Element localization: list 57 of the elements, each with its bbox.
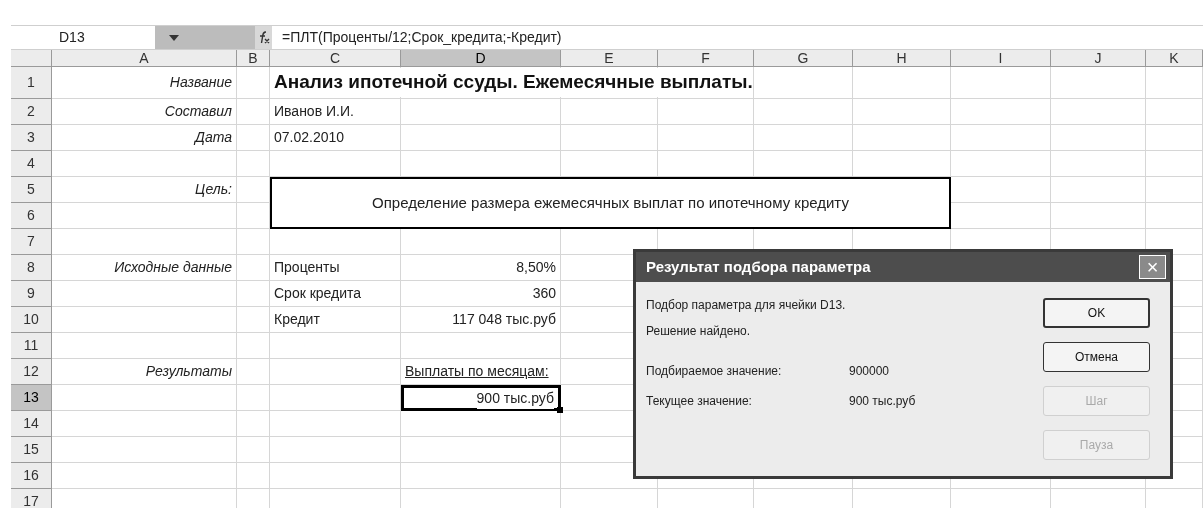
row-header[interactable]: 11 <box>11 333 52 359</box>
empty-cell <box>237 437 270 463</box>
dialog-message: Решение найдено. <box>646 323 752 340</box>
row-header[interactable]: 17 <box>11 489 52 508</box>
row-header[interactable]: 2 <box>11 99 52 125</box>
column-header[interactable]: K <box>1146 50 1203 67</box>
row-header[interactable]: 4 <box>11 151 52 177</box>
empty-cell <box>1146 177 1203 203</box>
column-header[interactable]: F <box>658 50 754 67</box>
table-cell: Анализ ипотечной ссуды. Ежемесячные выплаты. <box>274 68 753 97</box>
column-header[interactable]: H <box>853 50 951 67</box>
column-header[interactable]: E <box>561 50 658 67</box>
function-icon[interactable] <box>257 31 270 44</box>
dialog-message: Подбор параметра для ячейки D13. <box>646 297 847 314</box>
table-cell: 117 048 тыс.руб <box>452 309 556 330</box>
empty-cell <box>237 151 270 177</box>
empty-cell <box>1146 99 1203 125</box>
row-header[interactable]: 9 <box>11 281 52 307</box>
empty-cell <box>237 385 270 411</box>
column-header[interactable]: J <box>1051 50 1146 67</box>
empty-cell <box>1146 125 1203 151</box>
empty-cell <box>237 229 270 255</box>
row-header[interactable]: 14 <box>11 411 52 437</box>
row-header[interactable]: 1 <box>11 67 52 99</box>
column-header[interactable]: A <box>52 50 237 67</box>
column-header[interactable]: D <box>401 50 561 67</box>
row-header[interactable]: 16 <box>11 463 52 489</box>
row-header[interactable]: 8 <box>11 255 52 281</box>
empty-cell <box>237 463 270 489</box>
dialog-button[interactable]: Отмена <box>1043 342 1150 372</box>
goal-text: Определение размера ежемесячных выплат по ипотечному кредиту <box>372 192 849 213</box>
column-header[interactable]: C <box>270 50 401 67</box>
row-header[interactable]: 7 <box>11 229 52 255</box>
dialog-title: Результат подбора параметра <box>646 256 871 277</box>
dropdown-caret-icon[interactable] <box>169 34 179 41</box>
row-header[interactable]: 15 <box>11 437 52 463</box>
row-header[interactable]: 3 <box>11 125 52 151</box>
fill-handle[interactable] <box>557 407 563 413</box>
row-header[interactable]: 12 <box>11 359 52 385</box>
row-header[interactable]: 5 <box>11 177 52 203</box>
empty-cell <box>1146 151 1203 177</box>
field-value: 900000 <box>849 363 890 380</box>
empty-cell <box>237 411 270 437</box>
row-header[interactable]: 13 <box>11 385 52 411</box>
field-value: 900 тыс.руб <box>849 393 916 410</box>
empty-cell <box>237 333 270 359</box>
dialog-button[interactable]: OK <box>1043 298 1150 328</box>
empty-cell <box>1146 67 1203 99</box>
column-header[interactable]: G <box>754 50 853 67</box>
column-header[interactable]: I <box>951 50 1051 67</box>
column-header[interactable]: B <box>237 50 270 67</box>
field-label: Подбираемое значение: <box>646 363 783 380</box>
row-header[interactable]: 6 <box>11 203 52 229</box>
field-label: Текущее значение: <box>646 393 753 410</box>
formula-text[interactable]: =ПЛТ(Проценты/12;Срок_кредита;-Кредит) <box>282 27 562 48</box>
empty-cell <box>1146 203 1203 229</box>
row-header[interactable]: 10 <box>11 307 52 333</box>
